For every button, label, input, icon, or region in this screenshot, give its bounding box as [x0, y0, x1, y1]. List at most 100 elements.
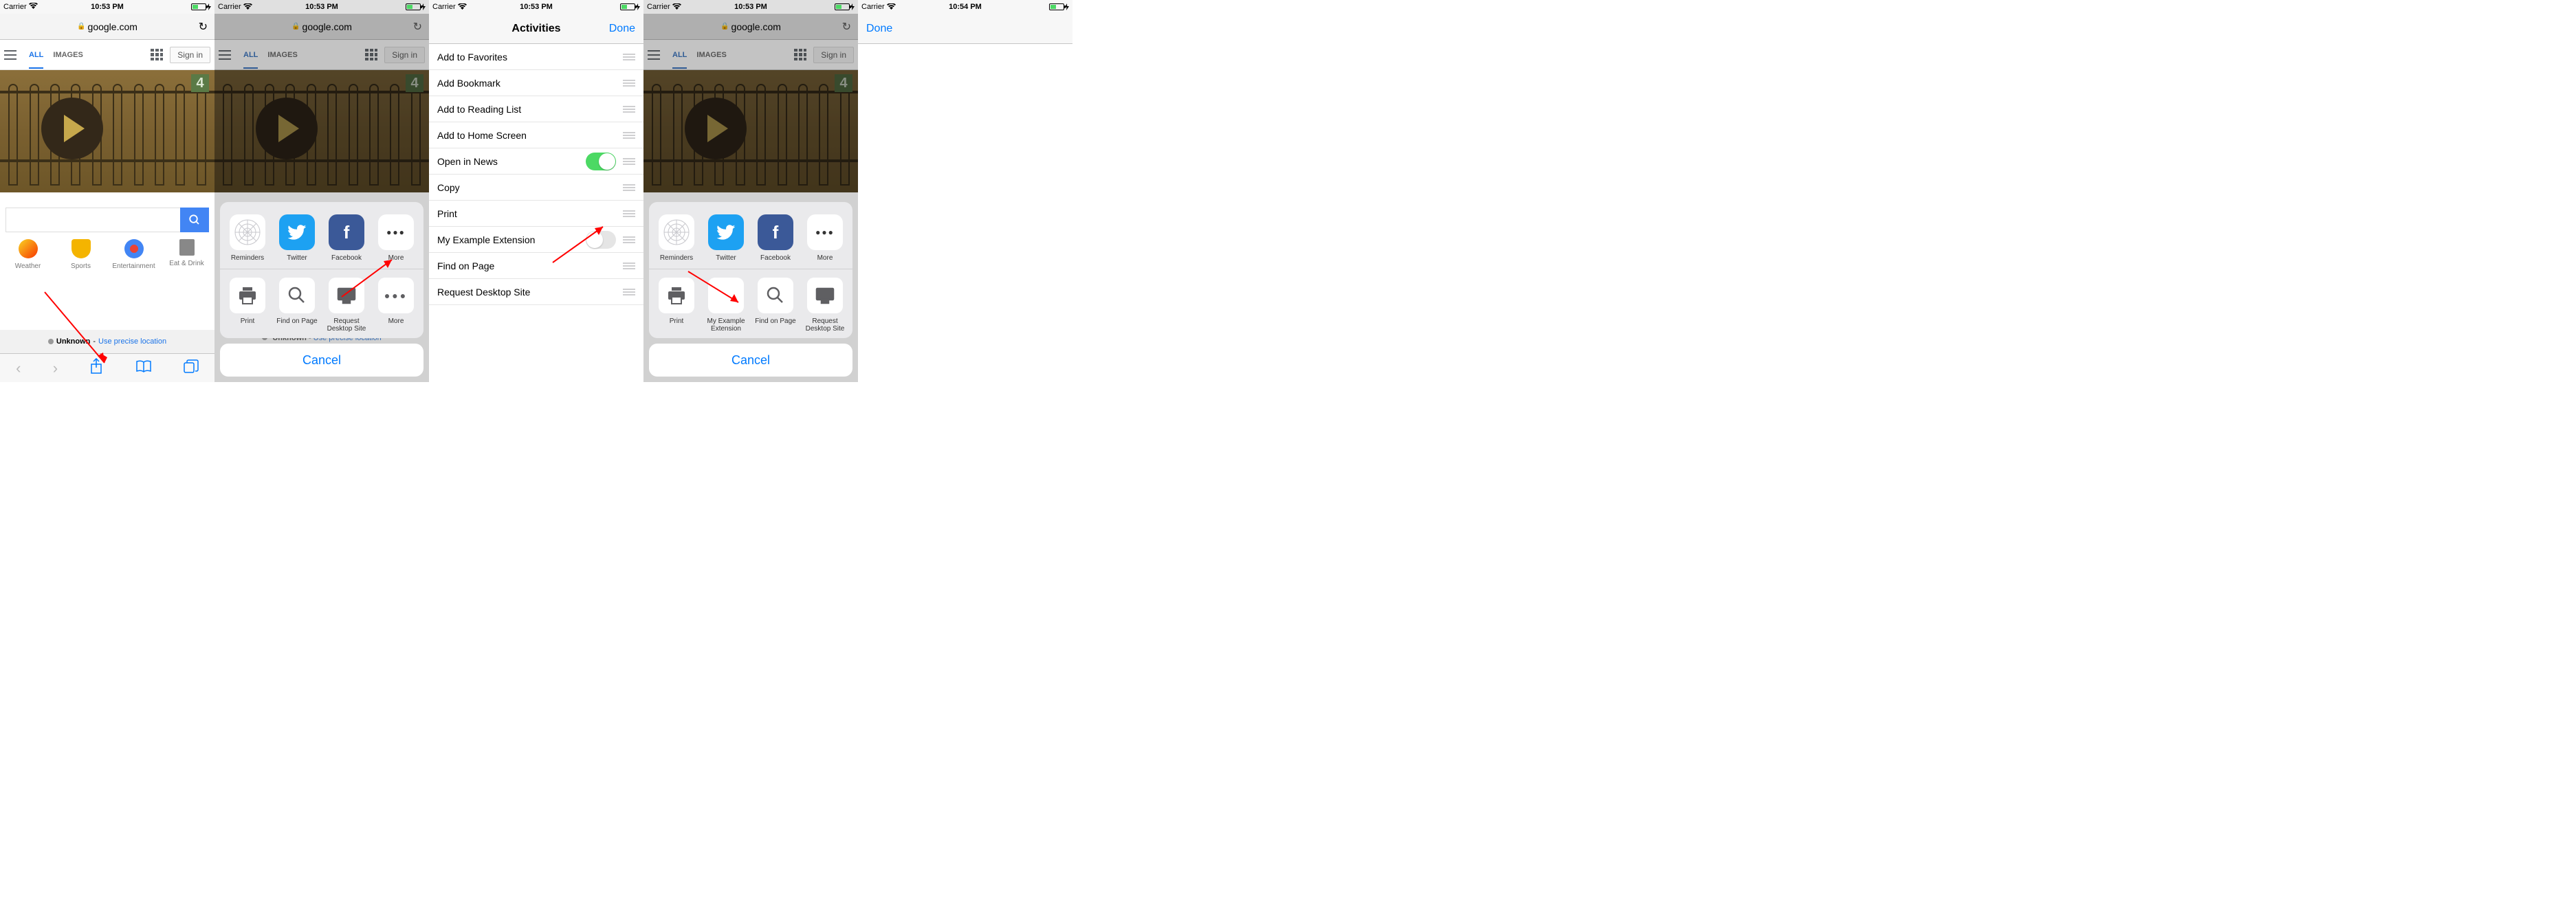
- status-bar: Carrier 10:53 PM: [429, 0, 643, 14]
- google-doodle[interactable]: 4: [0, 70, 214, 192]
- status-bar: Carrier 10:53 PM: [0, 0, 214, 14]
- activity-row[interactable]: Add Bookmark: [429, 70, 643, 96]
- activities-list: Add to Favorites Add Bookmark Add to Rea…: [429, 44, 643, 305]
- action-more[interactable]: ●●●More: [372, 278, 420, 333]
- share-facebook[interactable]: fFacebook: [751, 214, 800, 262]
- activity-row[interactable]: Add to Favorites: [429, 44, 643, 70]
- search-button[interactable]: [180, 208, 209, 232]
- location-dot-icon: [48, 339, 54, 344]
- share-twitter[interactable]: Twitter: [702, 214, 750, 262]
- facebook-icon: f: [329, 214, 364, 250]
- cat-eat[interactable]: Eat & Drink: [162, 239, 212, 270]
- print-icon: [230, 278, 265, 313]
- carrier-label: Carrier: [3, 3, 27, 11]
- activity-row[interactable]: Request Desktop Site: [429, 279, 643, 305]
- done-button[interactable]: Done: [609, 23, 635, 35]
- activity-row-myext[interactable]: My Example Extension: [429, 227, 643, 253]
- tab-images[interactable]: IMAGES: [53, 41, 82, 69]
- cat-weather[interactable]: Weather: [3, 239, 54, 270]
- activity-row[interactable]: Add to Reading List: [429, 96, 643, 122]
- safari-url-bar: 🔒google.com↻: [214, 14, 429, 40]
- action-find[interactable]: Find on Page: [273, 278, 321, 333]
- share-facebook[interactable]: fFacebook: [322, 214, 371, 262]
- location-link[interactable]: Use precise location: [98, 337, 166, 346]
- apps-icon[interactable]: [151, 49, 163, 61]
- signin-button[interactable]: Sign in: [170, 47, 210, 63]
- google-header: ALLIMAGES Sign in: [214, 40, 429, 70]
- done-button[interactable]: Done: [866, 23, 892, 35]
- status-bar: Carrier 10:54 PM: [858, 0, 1072, 14]
- share-more-apps[interactable]: ●●●More: [372, 214, 420, 262]
- drag-handle-icon[interactable]: [623, 262, 635, 269]
- action-print[interactable]: Print: [652, 278, 701, 333]
- drag-handle-icon[interactable]: [623, 106, 635, 113]
- activities-navbar: Activities Done: [429, 14, 643, 44]
- status-bar: Carrier 10:53 PM: [214, 0, 429, 14]
- battery-icon: [191, 3, 211, 10]
- tabs-icon[interactable]: [184, 359, 199, 377]
- more-icon: ●●●: [378, 214, 414, 250]
- drag-handle-icon[interactable]: [623, 210, 635, 217]
- phone-3: Carrier 10:53 PM Activities Done Add to …: [429, 0, 643, 382]
- action-my-example-extension[interactable]: My Example Extension: [702, 278, 750, 333]
- drag-handle-icon[interactable]: [623, 289, 635, 295]
- play-icon[interactable]: [41, 98, 103, 159]
- drag-handle-icon[interactable]: [623, 158, 635, 165]
- location-bar: Unknown - Use precise location: [0, 330, 214, 353]
- reload-icon[interactable]: ↻: [199, 20, 208, 34]
- action-desktop[interactable]: Request Desktop Site: [801, 278, 849, 333]
- reminders-icon: [230, 214, 265, 250]
- toggle-switch[interactable]: [586, 231, 616, 249]
- status-bar: Carrier 10:53 PM: [643, 0, 858, 14]
- share-icon[interactable]: [89, 358, 103, 379]
- share-twitter[interactable]: Twitter: [273, 214, 321, 262]
- more-icon: ●●●: [378, 278, 414, 313]
- activity-row[interactable]: Add to Home Screen: [429, 122, 643, 148]
- cancel-button[interactable]: Cancel: [220, 344, 423, 377]
- action-print[interactable]: Print: [223, 278, 272, 333]
- safari-toolbar: ‹ ›: [0, 353, 214, 382]
- forward-icon[interactable]: ›: [53, 359, 58, 377]
- activity-row[interactable]: Copy: [429, 175, 643, 201]
- doodle-badge: 4: [191, 74, 209, 92]
- share-reminders[interactable]: Reminders: [223, 214, 272, 262]
- share-more-apps[interactable]: ●●●More: [801, 214, 849, 262]
- phone-5: Carrier 10:54 PM Done: [858, 0, 1072, 382]
- safari-url-bar[interactable]: 🔒 google.com ↻: [0, 14, 214, 40]
- google-header: ALL IMAGES Sign in: [0, 40, 214, 70]
- twitter-icon: [279, 214, 315, 250]
- activity-row[interactable]: Find on Page: [429, 253, 643, 279]
- search-icon: [279, 278, 315, 313]
- action-desktop[interactable]: Request Desktop Site: [322, 278, 371, 333]
- drag-handle-icon[interactable]: [623, 236, 635, 243]
- activity-row[interactable]: Print: [429, 201, 643, 227]
- drag-handle-icon[interactable]: [623, 54, 635, 60]
- phone-2: Carrier 10:53 PM 🔒google.com↻ ALLIMAGES …: [214, 0, 429, 382]
- back-icon[interactable]: ‹: [16, 359, 21, 377]
- action-find[interactable]: Find on Page: [751, 278, 800, 333]
- cat-entertainment[interactable]: Entertainment: [109, 239, 159, 270]
- share-sheet: Reminders Twitter fFacebook ●●●More Prin…: [220, 202, 423, 377]
- drag-handle-icon[interactable]: [623, 184, 635, 191]
- drag-handle-icon[interactable]: [623, 132, 635, 139]
- desktop-icon: [329, 278, 364, 313]
- cat-sports[interactable]: Sports: [56, 239, 107, 270]
- menu-icon[interactable]: [4, 50, 16, 60]
- status-time: 10:53 PM: [91, 3, 124, 11]
- tab-all[interactable]: ALL: [29, 41, 43, 69]
- cancel-button[interactable]: Cancel: [649, 344, 852, 377]
- phone-4: Carrier 10:53 PM 🔒google.com↻ ALLIMAGES …: [643, 0, 858, 382]
- search-row: [5, 208, 209, 232]
- share-reminders[interactable]: Reminders: [652, 214, 701, 262]
- toggle-switch[interactable]: [586, 153, 616, 170]
- location-unknown: Unknown: [56, 337, 91, 346]
- drag-handle-icon[interactable]: [623, 80, 635, 87]
- category-row: Weather Sports Entertainment Eat & Drink: [0, 239, 214, 270]
- url-text: google.com: [88, 21, 137, 32]
- bookmarks-icon[interactable]: [135, 359, 152, 377]
- activity-row[interactable]: Open in News: [429, 148, 643, 175]
- lock-icon: 🔒: [77, 23, 85, 30]
- wifi-icon: [29, 3, 38, 12]
- search-input[interactable]: [5, 208, 180, 232]
- modal-navbar: Done: [858, 14, 1072, 44]
